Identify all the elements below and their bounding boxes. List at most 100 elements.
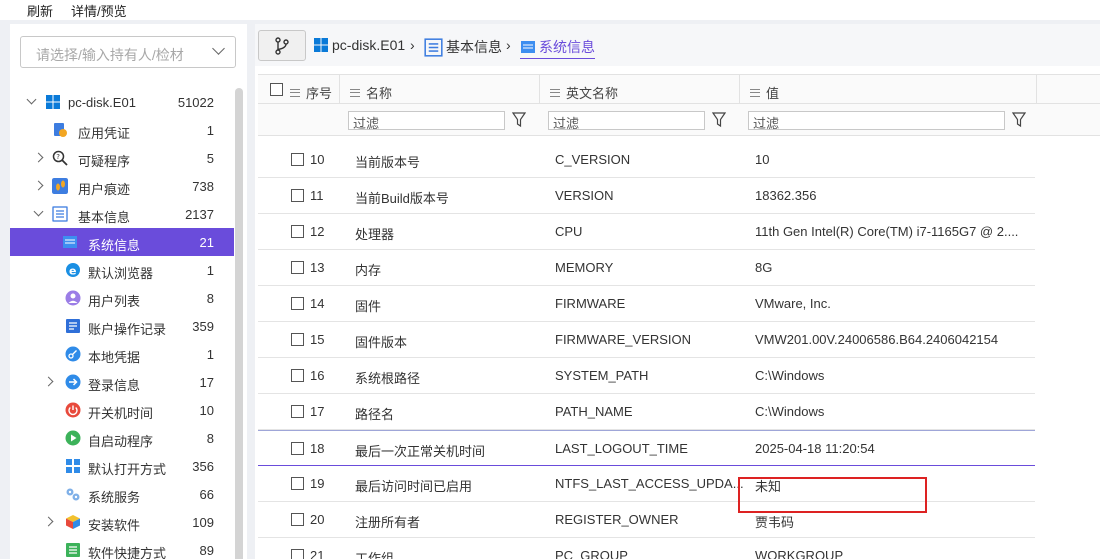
cell-en-name: LAST_LOGOUT_TIME bbox=[555, 441, 688, 456]
breadcrumb: pc-disk.E01 › 基本信息 › 系统信息 bbox=[255, 24, 1100, 66]
cell-seq: 21 bbox=[310, 548, 325, 559]
expand-icon[interactable] bbox=[43, 376, 54, 387]
row-checkbox[interactable] bbox=[291, 261, 304, 274]
tree-node-label: 系统服务 bbox=[88, 490, 141, 505]
breadcrumb-item-disk[interactable]: pc-disk.E01 bbox=[313, 37, 405, 53]
drag-handle-icon bbox=[290, 88, 300, 97]
expand-icon[interactable] bbox=[43, 516, 54, 527]
table-row[interactable]: 18 最后一次正常关机时间 LAST_LOGOUT_TIME 2025-04-18 1… bbox=[258, 430, 1035, 466]
cell-seq: 11 bbox=[310, 188, 324, 203]
breadcrumb-separator: › bbox=[506, 37, 511, 53]
tree-scrollbar[interactable] bbox=[235, 88, 243, 559]
tree-node-account-ops[interactable]: 账户操作记录 359 bbox=[10, 312, 234, 340]
table-row[interactable]: 21 工作组 PC_GROUP WORKGROUP bbox=[258, 538, 1035, 559]
filter-icon[interactable] bbox=[1012, 112, 1026, 128]
cell-name: 当前版本号 bbox=[355, 155, 421, 170]
column-header-value[interactable]: 值 bbox=[750, 83, 779, 102]
column-header-name[interactable]: 名称 bbox=[350, 83, 392, 102]
windows-icon bbox=[46, 95, 60, 109]
row-checkbox[interactable] bbox=[291, 513, 304, 526]
gears-icon bbox=[66, 488, 80, 501]
holder-select[interactable]: 请选择/输入持有人/检材 bbox=[20, 36, 236, 68]
filter-icon[interactable] bbox=[712, 112, 726, 128]
cell-seq: 15 bbox=[310, 332, 325, 347]
tree-node-default-browser[interactable]: e 默认浏览器 1 bbox=[10, 256, 234, 284]
table-row[interactable]: 15 固件版本 FIRMWARE_VERSION VMW201.00V.2400658… bbox=[258, 322, 1035, 358]
menu-refresh[interactable]: 刷新 bbox=[27, 1, 53, 20]
tree-node-label: 安装软件 bbox=[88, 518, 141, 533]
tree-node-label: pc-disk.E01 bbox=[68, 95, 136, 110]
filter-icon[interactable] bbox=[512, 112, 526, 128]
cell-en-name: PATH_NAME bbox=[555, 404, 633, 419]
collapse-icon[interactable] bbox=[26, 94, 37, 105]
filter-input-value[interactable]: 过滤 bbox=[748, 111, 1005, 131]
filter-row: 过滤 过滤 过滤 bbox=[258, 104, 1100, 136]
tree-node-user-traces[interactable]: 用户痕迹 738 bbox=[10, 172, 234, 200]
row-checkbox[interactable] bbox=[291, 405, 304, 418]
tree-node-autostart[interactable]: 自启动程序 8 bbox=[10, 424, 234, 452]
tree-node-user-list[interactable]: 用户列表 8 bbox=[10, 284, 234, 312]
tree-node-basic-info[interactable]: 基本信息 2137 bbox=[10, 200, 234, 228]
tree-node-software-shortcuts[interactable]: 软件快捷方式 89 bbox=[10, 536, 234, 559]
breadcrumb-label: 基本信息 bbox=[446, 39, 502, 55]
expand-icon[interactable] bbox=[33, 152, 44, 163]
table-row[interactable]: 14 固件 FIRMWARE VMware, Inc. bbox=[258, 286, 1035, 322]
cell-value: 18362.356 bbox=[755, 188, 817, 203]
select-all-checkbox[interactable] bbox=[270, 83, 283, 96]
branch-icon bbox=[275, 36, 289, 55]
tree-node-system-info[interactable]: 系统信息 21 bbox=[10, 228, 234, 256]
breadcrumb-item-basic-info[interactable]: 基本信息 bbox=[424, 37, 502, 57]
cell-name: 处理器 bbox=[355, 227, 395, 242]
breadcrumb-label: 系统信息 bbox=[539, 39, 595, 55]
tree-node-suspicious-programs[interactable]: ? 可疑程序 5 bbox=[10, 144, 234, 172]
filter-input-name[interactable]: 过滤 bbox=[348, 111, 505, 131]
cell-value: VMW201.00V.24006586.B64.2406042154 bbox=[755, 332, 999, 347]
row-checkbox[interactable] bbox=[291, 369, 304, 382]
menu-detail-preview[interactable]: 详情/预览 bbox=[71, 1, 127, 20]
highlight-box bbox=[738, 477, 927, 513]
branch-button[interactable] bbox=[258, 30, 306, 61]
windows-icon bbox=[314, 38, 328, 52]
expand-icon[interactable] bbox=[33, 180, 44, 191]
row-checkbox[interactable] bbox=[291, 549, 304, 559]
column-header-seq[interactable]: 序号 bbox=[290, 83, 332, 102]
key-icon bbox=[65, 346, 81, 362]
cell-en-name: REGISTER_OWNER bbox=[555, 512, 679, 527]
row-checkbox[interactable] bbox=[291, 442, 304, 455]
tree-node-label: 应用凭证 bbox=[78, 126, 131, 141]
tree-node-power-times[interactable]: 开关机时间 10 bbox=[10, 396, 234, 424]
cell-en-name: MEMORY bbox=[555, 260, 614, 275]
table-row[interactable]: 11 当前Build版本号 VERSION 18362.356 bbox=[258, 178, 1035, 214]
tree-node-local-credentials[interactable]: 本地凭据 1 bbox=[10, 340, 234, 368]
cell-name: 系统根路径 bbox=[355, 371, 421, 386]
tree-node-count: 51022 bbox=[177, 95, 214, 110]
tree-node-app-credentials[interactable]: 应用凭证 1 bbox=[10, 116, 234, 144]
tree-node-root[interactable]: pc-disk.E01 51022 bbox=[10, 88, 234, 116]
tree-node-label: 系统信息 bbox=[88, 238, 141, 253]
breadcrumb-item-system-info[interactable]: 系统信息 bbox=[520, 37, 595, 59]
row-checkbox[interactable] bbox=[291, 225, 304, 238]
table-row[interactable]: 17 路径名 PATH_NAME C:\Windows bbox=[258, 394, 1035, 430]
row-checkbox[interactable] bbox=[291, 189, 304, 202]
row-checkbox[interactable] bbox=[291, 333, 304, 346]
tree-node-login-info[interactable]: 登录信息 17 bbox=[10, 368, 234, 396]
tree-node-default-open[interactable]: 默认打开方式 356 bbox=[10, 452, 234, 480]
system-info-icon bbox=[63, 236, 77, 248]
tree-node-system-services[interactable]: 系统服务 66 bbox=[10, 480, 234, 508]
tree-node-installed-software[interactable]: 安装软件 109 bbox=[10, 508, 234, 536]
table-row[interactable]: 12 处理器 CPU 11th Gen Intel(R) Core(TM) i7-11… bbox=[258, 214, 1035, 250]
cell-en-name: SYSTEM_PATH bbox=[555, 368, 649, 383]
breadcrumb-label: pc-disk.E01 bbox=[332, 37, 406, 53]
table-row[interactable]: 13 内存 MEMORY 8G bbox=[258, 250, 1035, 286]
filter-input-en-name[interactable]: 过滤 bbox=[548, 111, 705, 131]
row-checkbox[interactable] bbox=[291, 153, 304, 166]
cell-seq: 16 bbox=[310, 368, 325, 383]
table-row[interactable]: 16 系统根路径 SYSTEM_PATH C:\Windows bbox=[258, 358, 1035, 394]
table-row[interactable]: 10 当前版本号 C_VERSION 10 bbox=[258, 142, 1035, 178]
row-checkbox[interactable] bbox=[291, 297, 304, 310]
column-header-en-name[interactable]: 英文名称 bbox=[550, 83, 618, 102]
row-checkbox[interactable] bbox=[291, 477, 304, 490]
collapse-icon[interactable] bbox=[33, 206, 44, 217]
chevron-down-icon[interactable] bbox=[212, 42, 225, 55]
cell-name: 工作组 bbox=[355, 551, 395, 559]
